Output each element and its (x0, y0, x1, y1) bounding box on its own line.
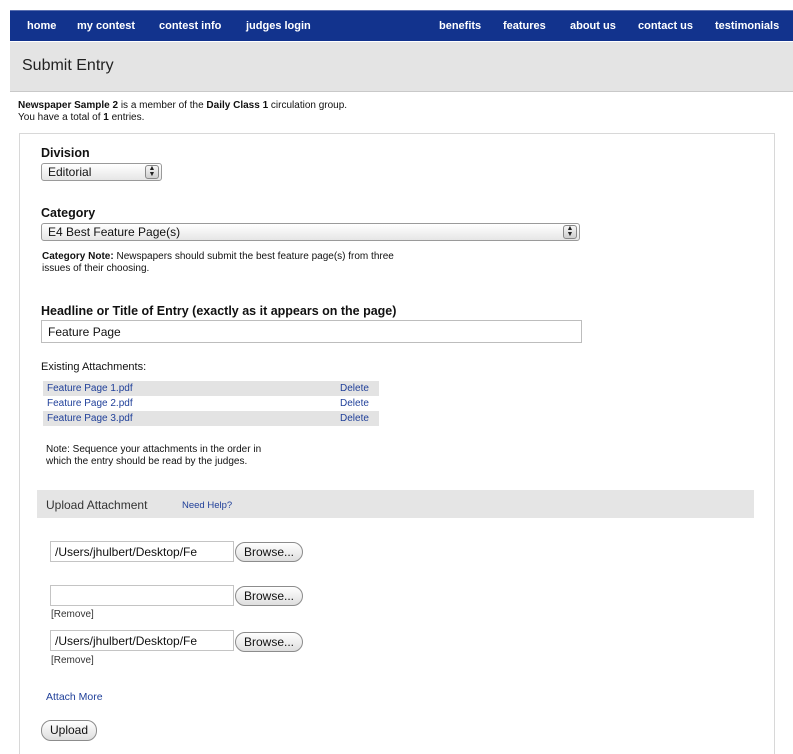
file-input[interactable]: /Users/jhulbert/Desktop/Fe (50, 630, 234, 651)
attachment-link[interactable]: Feature Page 1.pdf (47, 381, 133, 396)
browse-button[interactable]: Browse... (235, 632, 304, 652)
group-name: Daily Class 1 (206, 100, 269, 111)
group-suffix: circulation group. (268, 100, 348, 111)
upload-attachment-title: Upload Attachment (46, 498, 148, 512)
member-text: is a member of the (118, 100, 207, 111)
upload-attachment-bar: Upload Attachment Need Help? (37, 490, 754, 518)
select-arrows-icon: ▲ ▼ (563, 225, 577, 239)
attach-more-link[interactable]: Attach More (46, 691, 103, 703)
attachments-note-line1: Note: Sequence your attachments in the o… (46, 444, 262, 455)
nav-testimonials[interactable]: testimonials (715, 20, 779, 32)
attachment-link[interactable]: Feature Page 2.pdf (47, 396, 133, 411)
top-navigation: home my contest contest info judges logi… (10, 10, 793, 41)
need-help-link[interactable]: Need Help? (182, 500, 232, 511)
category-note-line2: issues of their choosing. (42, 263, 150, 274)
title-bar: Submit Entry (10, 42, 793, 92)
nav-contact-us[interactable]: contact us (638, 20, 693, 32)
total-suffix: entries. (108, 112, 145, 123)
membership-line: Newspaper Sample 2 is a member of the Da… (18, 100, 347, 112)
attachment-link[interactable]: Feature Page 3.pdf (47, 411, 133, 426)
nav-benefits[interactable]: benefits (439, 20, 481, 32)
nav-features[interactable]: features (503, 20, 546, 32)
attachment-row: Feature Page 3.pdf Delete (43, 411, 379, 426)
division-value: Editorial (48, 165, 92, 179)
category-label: Category (41, 206, 96, 220)
nav-home[interactable]: home (27, 20, 56, 32)
upload-button[interactable]: Upload (41, 720, 98, 741)
category-note-label: Category Note: (42, 251, 114, 262)
category-value: E4 Best Feature Page(s) (48, 225, 181, 239)
division-label: Division (41, 146, 90, 160)
category-note: Category Note: Newspapers should submit … (42, 251, 394, 275)
remove-link[interactable]: [Remove] (51, 655, 94, 666)
delete-link[interactable]: Delete (340, 411, 369, 426)
paper-name: Newspaper Sample 2 (18, 100, 119, 111)
entries-line: You have a total of 1 entries. (18, 112, 347, 124)
file-input[interactable]: /Users/jhulbert/Desktop/Fe (50, 541, 234, 562)
division-select[interactable]: Editorial ▲ ▼ (41, 163, 162, 181)
attachment-row: Feature Page 2.pdf Delete (43, 396, 379, 411)
category-note-text: Newspapers should submit the best featur… (113, 251, 394, 262)
headline-label: Headline or Title of Entry (exactly as i… (41, 304, 397, 318)
attachments-note-line2: which the entry should be read by the ju… (46, 456, 248, 467)
attachment-row: Feature Page 1.pdf Delete (43, 381, 379, 396)
nav-my-contest[interactable]: my contest (77, 20, 135, 32)
total-prefix: You have a total of (18, 112, 104, 123)
delete-link[interactable]: Delete (340, 396, 369, 411)
browse-button[interactable]: Browse... (235, 542, 304, 562)
attachments-note: Note: Sequence your attachments in the o… (46, 444, 261, 468)
nav-contest-info[interactable]: contest info (159, 20, 221, 32)
category-note-line1: Category Note: Newspapers should submit … (42, 251, 394, 263)
file-input[interactable] (50, 585, 234, 606)
category-select[interactable]: E4 Best Feature Page(s) ▲ ▼ (41, 223, 580, 241)
nav-judges-login[interactable]: judges login (246, 20, 311, 32)
browse-button[interactable]: Browse... (235, 586, 304, 606)
page-title: Submit Entry (22, 57, 114, 74)
intro-text: Newspaper Sample 2 is a member of the Da… (18, 100, 347, 124)
remove-link[interactable]: [Remove] (51, 609, 94, 620)
delete-link[interactable]: Delete (340, 381, 369, 396)
select-arrows-icon: ▲ ▼ (145, 165, 159, 179)
existing-attachments-label: Existing Attachments: (41, 361, 147, 373)
headline-input[interactable]: Feature Page (41, 320, 582, 343)
nav-about-us[interactable]: about us (570, 20, 616, 32)
